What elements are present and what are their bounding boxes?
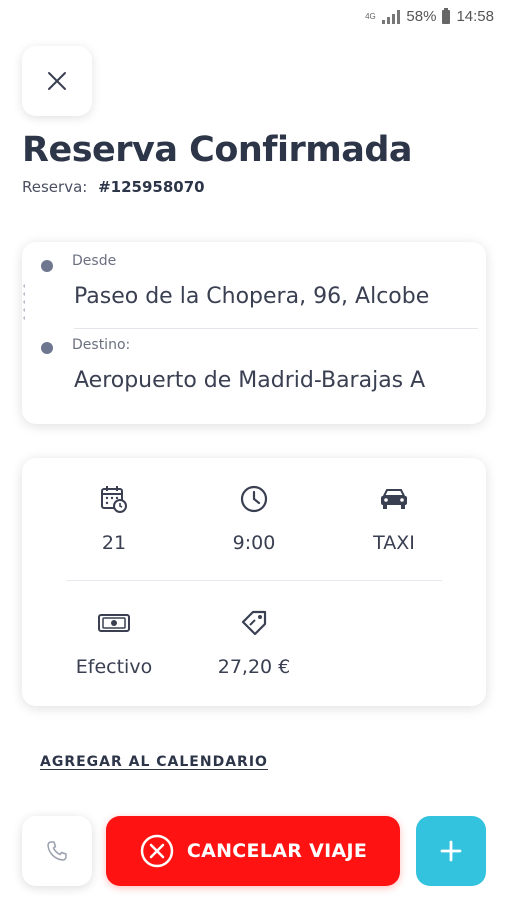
- trip-details-card: 21 9:00 TAXI Efectivo 27,20 €: [22, 458, 486, 706]
- plus-icon: [440, 840, 462, 862]
- status-bar: 4G 58% 14:58: [0, 0, 506, 36]
- phone-icon: [47, 841, 67, 861]
- clock-icon: [240, 485, 268, 513]
- origin-dot-icon: [41, 260, 53, 272]
- destination-address: Aeropuerto de Madrid-Barajas A: [74, 368, 426, 393]
- vehicle-value: TAXI: [373, 532, 415, 554]
- origin-address: Paseo de la Chopera, 96, Alcobe: [74, 284, 430, 309]
- reservation-number: #125958070: [98, 178, 205, 196]
- route-card: Desde Paseo de la Chopera, 96, Alcobe De…: [22, 242, 486, 424]
- destination-dot-icon: [41, 342, 53, 354]
- price-cell: 27,20 €: [194, 608, 314, 678]
- page-title: Reserva Confirmada: [22, 130, 413, 170]
- destination-label: Destino:: [72, 337, 131, 353]
- time-value: 9:00: [232, 532, 276, 554]
- signal-icon: [382, 9, 401, 24]
- close-icon: [48, 72, 66, 90]
- origin-label: Desde: [72, 253, 117, 269]
- date-cell: 21: [54, 484, 174, 554]
- payment-value: Efectivo: [75, 656, 153, 678]
- status-bar-indicators: 4G 58% 14:58: [364, 7, 494, 25]
- battery-icon: [442, 7, 451, 24]
- time-cell: 9:00: [194, 484, 314, 554]
- route-divider: [74, 328, 478, 329]
- price-value: 27,20 €: [217, 656, 291, 678]
- cash-icon: [98, 614, 130, 632]
- call-button[interactable]: [22, 816, 92, 886]
- vehicle-cell: TAXI: [334, 484, 454, 554]
- reservation-line: Reserva: #125958070: [22, 178, 205, 196]
- price-tag-icon: [241, 610, 267, 636]
- reservation-label: Reserva:: [22, 178, 88, 196]
- network-type: 4G: [365, 11, 376, 21]
- cancel-trip-button[interactable]: CANCELAR VIAJE: [106, 816, 400, 886]
- battery-percent: 58%: [406, 8, 437, 25]
- details-divider: [66, 580, 442, 581]
- cancel-trip-label: CANCELAR VIAJE: [186, 840, 368, 862]
- route-connector: [23, 282, 25, 324]
- cancel-circle-icon: [140, 834, 174, 868]
- add-to-calendar-link[interactable]: AGREGAR AL CALENDARIO: [40, 754, 268, 770]
- clock: 14:58: [456, 8, 494, 25]
- close-button[interactable]: [22, 46, 92, 116]
- add-button[interactable]: [416, 816, 486, 886]
- calendar-icon: [101, 486, 127, 513]
- car-icon: [381, 489, 407, 509]
- date-value: 21: [101, 532, 127, 554]
- payment-cell: Efectivo: [54, 608, 174, 678]
